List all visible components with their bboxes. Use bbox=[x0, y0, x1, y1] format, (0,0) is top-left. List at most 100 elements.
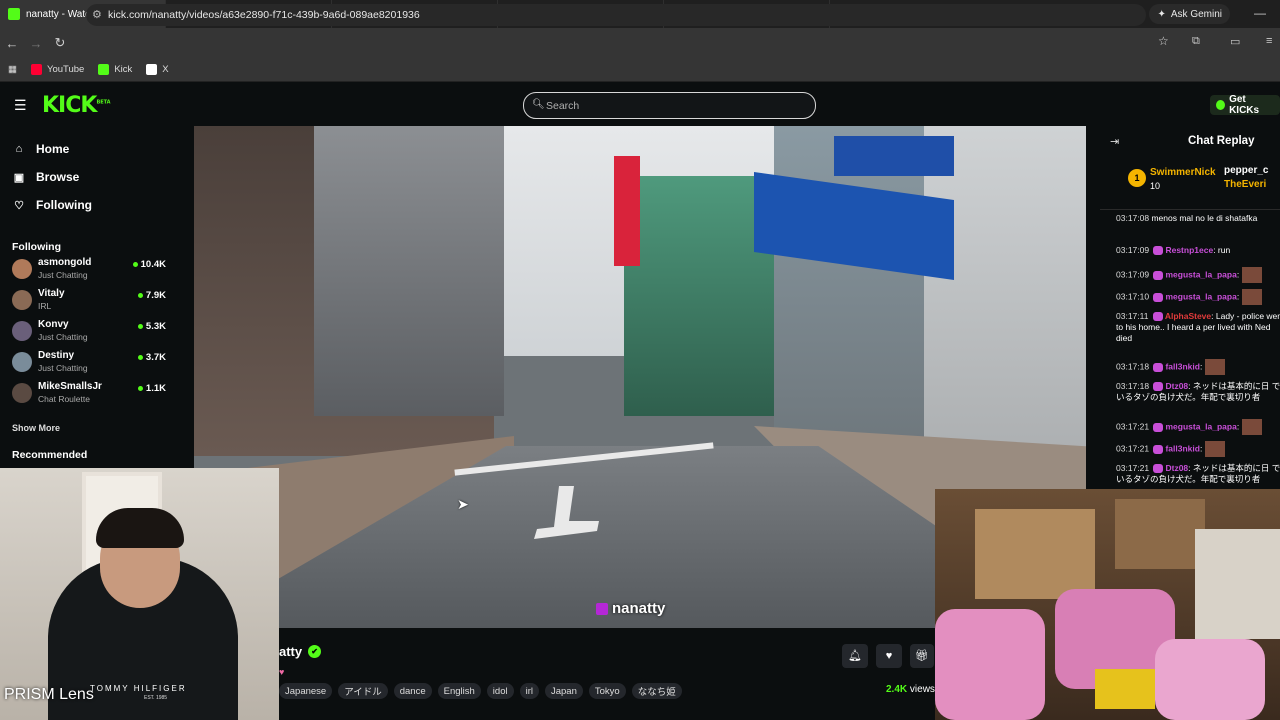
channel-tag[interactable]: irl bbox=[519, 683, 539, 699]
bookmark-favicon-icon bbox=[30, 64, 42, 75]
menu-icon[interactable]: ≡ bbox=[1266, 35, 1272, 47]
notification-bell-button[interactable]: 🔔︎ bbox=[842, 644, 868, 668]
channel-name: asmongold bbox=[38, 257, 92, 268]
chat-username[interactable]: Dtz08 bbox=[1165, 381, 1188, 391]
bookmark-item[interactable]: YouTube bbox=[30, 64, 84, 75]
channel-viewers: 5.3K bbox=[137, 321, 166, 332]
channel-viewers: 1.1K bbox=[137, 383, 166, 394]
chat-username[interactable]: Dtz08 bbox=[1165, 463, 1188, 473]
chat-username[interactable]: Restnp1ece bbox=[1165, 245, 1213, 255]
channel-category: Just Chatting bbox=[38, 332, 88, 342]
followed-channel[interactable]: Destiny Just Chatting 3.7K bbox=[12, 348, 170, 376]
sidebar-nav-browse[interactable]: ▣ Browse bbox=[12, 167, 80, 187]
kick-badge-icon bbox=[596, 602, 608, 615]
chat-message: 03:17:21 megusta_la_papa: bbox=[1116, 419, 1280, 435]
sidebar: Following Show More Recommended ⌂ Home ▣ Br… bbox=[0, 127, 184, 467]
tab-favicon-icon bbox=[8, 8, 20, 20]
get-kicks-button[interactable]: Get KICKs bbox=[1210, 94, 1280, 116]
chat-message: 03:17:18 fall3nkid: bbox=[1116, 359, 1280, 375]
rank-badge: 1 bbox=[1128, 169, 1146, 187]
channel-tag[interactable]: English bbox=[437, 683, 481, 699]
chat-emote-icon bbox=[1242, 289, 1263, 305]
chat-title: Chat Replay bbox=[1188, 135, 1255, 147]
chat-emote-icon bbox=[1205, 359, 1226, 375]
chat-timestamp: 03:17:18 bbox=[1116, 381, 1150, 391]
heart-icon: ♡ bbox=[14, 199, 24, 212]
sidebar-nav-following[interactable]: ♡ Following bbox=[12, 195, 92, 215]
forward-icon[interactable]: → bbox=[24, 36, 48, 51]
channel-tag[interactable]: dance bbox=[393, 683, 432, 699]
video-blue-sign bbox=[834, 136, 954, 176]
channel-tag[interactable]: ななち姫 bbox=[631, 683, 682, 699]
bookmark-item[interactable]: Kick bbox=[98, 64, 132, 75]
bookmark-label: Kick bbox=[114, 64, 133, 75]
site-info-icon[interactable]: ⚙ bbox=[92, 8, 102, 21]
ask-gemini-button[interactable]: ✦ Ask Gemini bbox=[1149, 4, 1230, 24]
chat-badge-icon bbox=[1153, 362, 1164, 372]
extensions-icon[interactable]: ⧉ bbox=[1192, 35, 1200, 48]
chat-username[interactable]: megusta_la_papa bbox=[1165, 269, 1236, 279]
channel-tag[interactable]: Japan bbox=[544, 683, 583, 699]
chat-text: : bbox=[1236, 269, 1240, 280]
chat-message: 03:17:21 Dtz08: ネッドは基本的に日 でいるタゾの負け犬だ。年配で… bbox=[1116, 463, 1280, 487]
gift-button[interactable]: 🎁︎ bbox=[910, 644, 934, 668]
sidepanel-icon[interactable]: ▭ bbox=[1230, 35, 1240, 48]
reload-icon[interactable]: ↻ bbox=[48, 35, 72, 51]
chat-message: 03:17:21 fall3nkid: bbox=[1116, 441, 1280, 457]
sidebar-nav-label: Home bbox=[36, 142, 70, 156]
channel-tag[interactable]: idol bbox=[486, 683, 514, 699]
pinned-user[interactable]: SwimmerNick bbox=[1150, 167, 1216, 178]
collapse-chat-icon[interactable]: ⇥ bbox=[1110, 135, 1119, 148]
heart-badge-icon: ♥ bbox=[279, 667, 285, 677]
chat-username[interactable]: fall3nkid bbox=[1165, 443, 1199, 453]
chat-username[interactable]: megusta_la_papa bbox=[1165, 291, 1236, 301]
url-field[interactable]: ⚙ kick.com/nanatty/videos/a63e2890-f71c-… bbox=[86, 4, 1146, 26]
heart-icon: ♥ bbox=[885, 650, 893, 662]
following-heading: Following bbox=[12, 241, 61, 253]
bookmarks-bar: ▦ YouTube Kick X bbox=[0, 58, 1280, 82]
channel-avatar bbox=[12, 352, 32, 372]
channel-avatar bbox=[12, 383, 32, 403]
followed-channel[interactable]: asmongold Just Chatting 10.4K bbox=[12, 255, 170, 283]
followed-channel[interactable]: Konvy Just Chatting 5.3K bbox=[12, 317, 170, 345]
sidebar-nav-home[interactable]: ⌂ Home bbox=[12, 139, 70, 159]
channel-tags: Japanese アイドル dance English idol irl Japan Toky… bbox=[279, 683, 682, 699]
followed-channel[interactable]: MikeSmallsJr Chat Roulette 1.1K bbox=[12, 379, 170, 407]
chat-username[interactable]: AlphaSteve bbox=[1165, 311, 1211, 321]
channel-tag[interactable]: Tokyo bbox=[588, 683, 626, 699]
followed-channel[interactable]: Vitaly IRL 7.9K bbox=[12, 286, 170, 314]
channel-name: Konvy bbox=[38, 319, 69, 330]
search-input[interactable]: 🔍︎ Search bbox=[523, 92, 816, 119]
channel-viewers: 3.7K bbox=[137, 352, 166, 363]
channel-category: Just Chatting bbox=[38, 363, 88, 373]
apps-grid-icon[interactable]: ▦ bbox=[8, 64, 17, 75]
chat-badge-icon bbox=[1153, 464, 1164, 474]
follow-heart-button[interactable]: ♥ bbox=[876, 644, 902, 668]
chat-message: 03:17:18 Dtz08: ネッドは基本的に日 でいるタゾの負け犬だ。年配で… bbox=[1116, 381, 1280, 415]
chat-timestamp: 03:17:21 bbox=[1116, 443, 1150, 454]
kick-logo[interactable]: KICKBETA bbox=[42, 93, 111, 118]
show-more-button[interactable]: Show More bbox=[12, 423, 60, 433]
back-icon[interactable]: ← bbox=[0, 36, 24, 51]
chat-timestamp: 03:17:09 bbox=[1116, 245, 1150, 255]
pinned-user-2[interactable]: pepper_c bbox=[1224, 165, 1268, 176]
minimize-window-button[interactable]: — bbox=[1254, 6, 1266, 20]
channel-tag[interactable]: Japanese bbox=[279, 683, 333, 699]
chat-badge-icon bbox=[1153, 382, 1164, 392]
chat-text: : bbox=[1199, 361, 1203, 372]
chat-username[interactable]: fall3nkid bbox=[1165, 361, 1199, 371]
chat-emote-icon bbox=[1205, 441, 1226, 457]
sidebar-nav-label: Following bbox=[36, 198, 92, 212]
channel-tag[interactable]: アイドル bbox=[338, 683, 388, 699]
pinned-user-3[interactable]: TheEveri bbox=[1224, 179, 1266, 190]
bookmark-star-icon[interactable]: ☆ bbox=[1158, 34, 1169, 48]
channel-name[interactable]: atty ✔ bbox=[279, 644, 322, 659]
webcam-right bbox=[935, 489, 1280, 720]
chat-badge-icon bbox=[1153, 246, 1164, 256]
bookmark-item[interactable]: X bbox=[146, 64, 169, 75]
chat-username[interactable]: megusta_la_papa bbox=[1165, 421, 1236, 431]
hamburger-menu-icon[interactable]: ☰ bbox=[14, 97, 27, 114]
chat-message: 03:17:10 megusta_la_papa: bbox=[1116, 289, 1280, 305]
gemini-icon: ✦ bbox=[1157, 8, 1166, 20]
live-dot-icon bbox=[137, 293, 143, 298]
